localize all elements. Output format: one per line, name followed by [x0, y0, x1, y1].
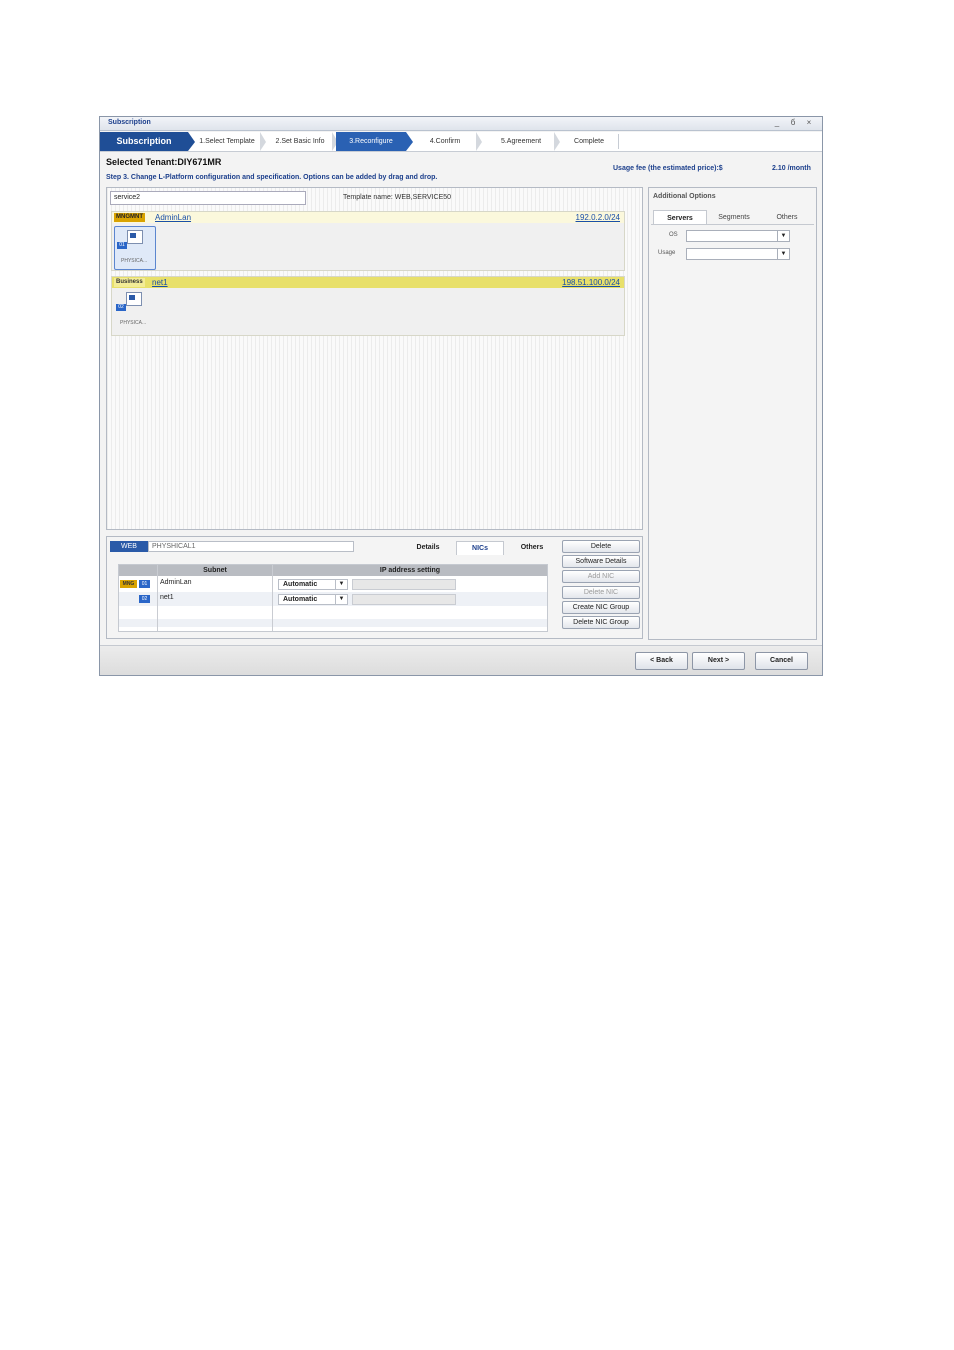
- dropdown-arrow-icon[interactable]: ▼: [335, 595, 347, 604]
- segment-net1[interactable]: Business net1 198.51.100.0/24 02 PHYSICA…: [111, 276, 625, 336]
- step-description: Step 3. Change L-Platform configuration …: [106, 174, 438, 181]
- close-icon[interactable]: ×: [804, 118, 814, 127]
- wizard-step-confirm: 4.Confirm: [429, 138, 461, 145]
- column-divider: [157, 565, 158, 631]
- software-details-button[interactable]: Software Details: [562, 555, 640, 568]
- server-node[interactable]: 01 PHYSICA...: [114, 226, 156, 270]
- column-header-blank: [119, 565, 157, 576]
- wizard-steps: Subscription 1.Select Template 2.Set Bas…: [100, 132, 822, 152]
- nic-table: Subnet IP address setting MNG 01 AdminLa…: [118, 564, 548, 632]
- tab-servers[interactable]: Servers: [653, 210, 707, 225]
- segment-ip-link[interactable]: 192.0.2.0/24: [576, 212, 620, 223]
- template-name: Template name: WEB,SERVICE50: [343, 194, 452, 201]
- column-divider: [272, 565, 273, 631]
- step-separator: [260, 132, 266, 151]
- usage-fee-value: 2.10 /month: [772, 165, 811, 172]
- window-title: Subscription: [108, 119, 151, 126]
- segment-tag: MNGMNT: [114, 213, 145, 222]
- wizard-step-agreement: 5.Agreement: [500, 138, 542, 145]
- table-row[interactable]: 02 net1 Automatic ▼: [119, 592, 547, 606]
- usage-label: Usage: [658, 250, 676, 256]
- tab-details[interactable]: Details: [403, 541, 453, 555]
- tab-options-others[interactable]: Others: [761, 210, 813, 225]
- server-icon: [127, 230, 143, 244]
- segment-name-link[interactable]: net1: [152, 277, 168, 288]
- next-button[interactable]: Next >: [692, 652, 745, 670]
- step-divider: [618, 134, 619, 149]
- dropdown-arrow-icon[interactable]: ▼: [335, 580, 347, 589]
- selected-tenant: Selected Tenant:DIY671MR: [106, 157, 222, 167]
- usage-select[interactable]: ▼: [686, 248, 790, 260]
- restore-icon[interactable]: б: [788, 118, 798, 127]
- server-detail-panel: WEB PHYSHICAL1 Details NICs Others Subne…: [106, 536, 643, 639]
- os-label: OS: [669, 232, 678, 238]
- nic-mng-tag: MNG: [120, 580, 137, 588]
- nic-badge: 01: [117, 242, 127, 249]
- add-nic-button[interactable]: Add NIC: [562, 570, 640, 583]
- tab-segments[interactable]: Segments: [707, 210, 761, 225]
- table-row[interactable]: MNG 01 AdminLan Automatic ▼: [119, 577, 547, 591]
- configuration-canvas[interactable]: service2 Template name: WEB,SERVICE50 MN…: [106, 187, 643, 530]
- server-icon: [126, 292, 142, 306]
- ip-setting-value: Automatic: [283, 581, 318, 588]
- step-separator: [476, 132, 482, 151]
- segment-tag: Business: [114, 278, 145, 287]
- wizard-step-complete: Complete: [574, 138, 604, 145]
- delete-nic-button[interactable]: Delete NIC: [562, 586, 640, 599]
- additional-options-panel: Additional Options Servers Segments Othe…: [648, 187, 817, 640]
- segment-header: Business net1 198.51.100.0/24: [112, 277, 624, 288]
- minimize-icon[interactable]: _: [772, 118, 782, 127]
- segment-ip-link[interactable]: 198.51.100.0/24: [562, 277, 620, 288]
- additional-options-title: Additional Options: [653, 193, 716, 200]
- nic-number-badge: 01: [139, 580, 150, 588]
- wizard-step-select-template: 1.Select Template: [199, 138, 255, 145]
- nic-number-badge: 02: [139, 595, 150, 603]
- delete-nic-group-button[interactable]: Delete NIC Group: [562, 616, 640, 629]
- usage-fee-label: Usage fee (the estimated price):$: [613, 165, 723, 172]
- server-type-tag: WEB: [110, 541, 148, 552]
- nic-subnet: net1: [160, 594, 174, 601]
- ip-setting-select[interactable]: Automatic ▼: [278, 594, 348, 605]
- dropdown-arrow-icon[interactable]: ▼: [777, 249, 789, 259]
- tab-nics[interactable]: NICs: [456, 541, 504, 555]
- back-button[interactable]: < Back: [635, 652, 688, 670]
- server-label: PHYSICA...: [120, 320, 147, 326]
- ip-setting-select[interactable]: Automatic ▼: [278, 579, 348, 590]
- nic-badge: 02: [116, 304, 126, 311]
- segment-name-link[interactable]: AdminLan: [155, 212, 191, 223]
- delete-button[interactable]: Delete: [562, 540, 640, 553]
- tab-underline: [651, 224, 814, 225]
- server-name-field[interactable]: PHYSHICAL1: [148, 541, 354, 552]
- wizard-step-reconfigure: 3.Reconfigure: [336, 132, 406, 151]
- service-name-input[interactable]: service2: [110, 191, 306, 205]
- cancel-button[interactable]: Cancel: [755, 652, 808, 670]
- table-row-empty: [119, 619, 547, 627]
- column-header-ip-setting: IP address setting: [273, 565, 547, 576]
- server-node[interactable]: 02 PHYSICA...: [114, 289, 156, 333]
- step-separator: [554, 132, 560, 151]
- ip-address-input: [352, 594, 456, 605]
- server-label: PHYSICA...: [121, 258, 148, 264]
- create-nic-group-button[interactable]: Create NIC Group: [562, 601, 640, 614]
- ip-address-input: [352, 579, 456, 590]
- active-step-arrow: [406, 132, 413, 151]
- footer-bar: < Back Next > Cancel: [100, 645, 822, 675]
- dropdown-arrow-icon[interactable]: ▼: [777, 231, 789, 241]
- wizard-step-basic-info: 2.Set Basic Info: [275, 138, 325, 145]
- title-bar: Subscription _ б ×: [100, 117, 822, 131]
- nic-subnet: AdminLan: [160, 579, 192, 586]
- tab-others[interactable]: Others: [507, 541, 557, 555]
- column-header-subnet: Subnet: [158, 565, 272, 576]
- os-select[interactable]: ▼: [686, 230, 790, 242]
- segment-header: MNGMNT AdminLan 192.0.2.0/24: [112, 212, 624, 223]
- wizard-brand: Subscription: [100, 132, 188, 151]
- segment-adminlan[interactable]: MNGMNT AdminLan 192.0.2.0/24 01 PHYSICA.…: [111, 211, 625, 271]
- ip-setting-value: Automatic: [283, 596, 318, 603]
- subscription-window: Subscription _ б × Subscription 1.Select…: [99, 116, 823, 676]
